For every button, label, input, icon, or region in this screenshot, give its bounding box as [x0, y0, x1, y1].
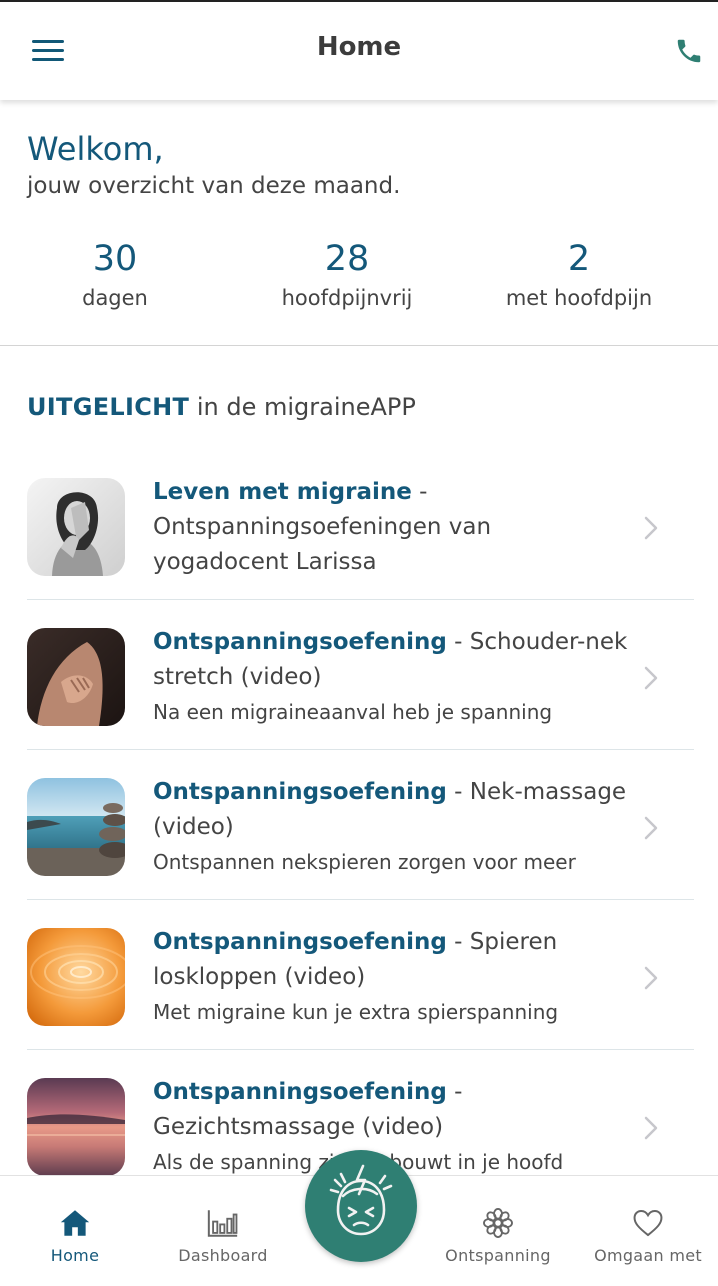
item-description: Met migraine kun je extra spierspanning [153, 1000, 559, 1024]
stat-value: 28 [324, 239, 370, 279]
stat-value: 30 [92, 239, 138, 279]
item-title: Ontspanningsoefening [153, 1079, 447, 1105]
page-title: Home [316, 32, 402, 62]
top-bar: Home [0, 0, 718, 100]
stat-label: hoofdpijnvrij [281, 286, 413, 310]
item-separator: - [454, 929, 463, 955]
thumbnail-neck [27, 628, 125, 726]
chevron-right-icon [644, 666, 658, 690]
chevron-right-icon [644, 816, 658, 840]
nav-omgaan-met[interactable]: Omgaan met [573, 1176, 718, 1265]
list-item[interactable]: Ontspanningsoefening - Nek-massage (vide… [0, 750, 718, 900]
headache-face-icon [329, 1164, 393, 1236]
stat-value: 2 [567, 239, 591, 279]
stat-label: dagen [82, 286, 148, 310]
item-title: Leven met migraine [153, 479, 412, 505]
chevron-right-icon [644, 1116, 658, 1140]
nav-ontspanning[interactable]: Ontspanning [423, 1176, 573, 1265]
item-text: Ontspanningsoefening - Spieren loskloppe… [153, 925, 628, 1030]
nav-dashboard[interactable]: Dashboard [148, 1176, 298, 1265]
nav-label: Dashboard [178, 1246, 268, 1265]
item-description: Na een migraineaanval heb je spanning [153, 700, 553, 724]
item-text: Leven met migraine - Ontspanningsoefenin… [153, 475, 628, 580]
phone-icon[interactable] [674, 36, 704, 66]
item-separator: - [454, 1079, 463, 1105]
bar-chart-icon [207, 1210, 238, 1237]
monthly-overview: Welkom, jouw overzicht van deze maand. 3… [0, 100, 718, 346]
item-text: Ontspanningsoefening - Schouder-nek stre… [153, 625, 628, 730]
nav-label: Omgaan met [594, 1246, 702, 1265]
item-separator: - [419, 479, 428, 505]
thumbnail-sunset-sea [27, 1078, 125, 1176]
list-item[interactable]: Ontspanningsoefening - Spieren loskloppe… [0, 900, 718, 1050]
list-item[interactable]: Leven met migraine - Ontspanningsoefenin… [0, 450, 718, 600]
item-title: Ontspanningsoefening [153, 779, 447, 805]
thumbnail-beach-stones [27, 778, 125, 876]
thumbnail-woman-headache [27, 478, 125, 576]
stat-days: 30 dagen [0, 238, 230, 310]
stat-headache-free: 28 hoofdpijnvrij [232, 238, 462, 310]
welcome-subtitle: jouw overzicht van deze maand. [27, 173, 401, 199]
stat-label: met hoofdpijn [505, 286, 653, 310]
featured-heading-rest: in de migraineAPP [196, 393, 416, 421]
item-text: Ontspanningsoefening - Nek-massage (vide… [153, 775, 628, 880]
item-subtitle: Ontspanningsoefeningen van yogadocent La… [153, 514, 492, 575]
featured-list: Leven met migraine - Ontspanningsoefenin… [0, 450, 718, 1200]
nav-label: Home [50, 1246, 100, 1265]
featured-heading: UITGELICHT in de migraineAPP [27, 393, 416, 421]
item-title: Ontspanningsoefening [153, 929, 447, 955]
nav-label: Ontspanning [445, 1246, 551, 1265]
item-separator: - [454, 779, 463, 805]
headache-log-button[interactable] [305, 1150, 417, 1262]
heart-icon [633, 1209, 663, 1237]
list-item[interactable]: Ontspanningsoefening - Schouder-nek stre… [0, 600, 718, 750]
nav-home[interactable]: Home [0, 1176, 150, 1265]
stat-with-headache: 2 met hoofdpijn [464, 238, 694, 310]
flower-icon [483, 1208, 513, 1238]
chevron-right-icon [644, 516, 658, 540]
chevron-right-icon [644, 966, 658, 990]
item-subtitle: Gezichtsmassage (video) [153, 1114, 444, 1140]
item-separator: - [454, 629, 463, 655]
thumbnail-water-ripples [27, 928, 125, 1026]
item-description: Ontspannen nekspieren zorgen voor meer [153, 850, 576, 874]
welcome-title: Welkom, [27, 130, 164, 168]
home-icon [60, 1210, 90, 1236]
app-screen: Home Welkom, jouw overzicht van deze maa… [0, 0, 718, 1286]
featured-heading-bold: UITGELICHT [27, 393, 190, 421]
item-title: Ontspanningsoefening [153, 629, 447, 655]
